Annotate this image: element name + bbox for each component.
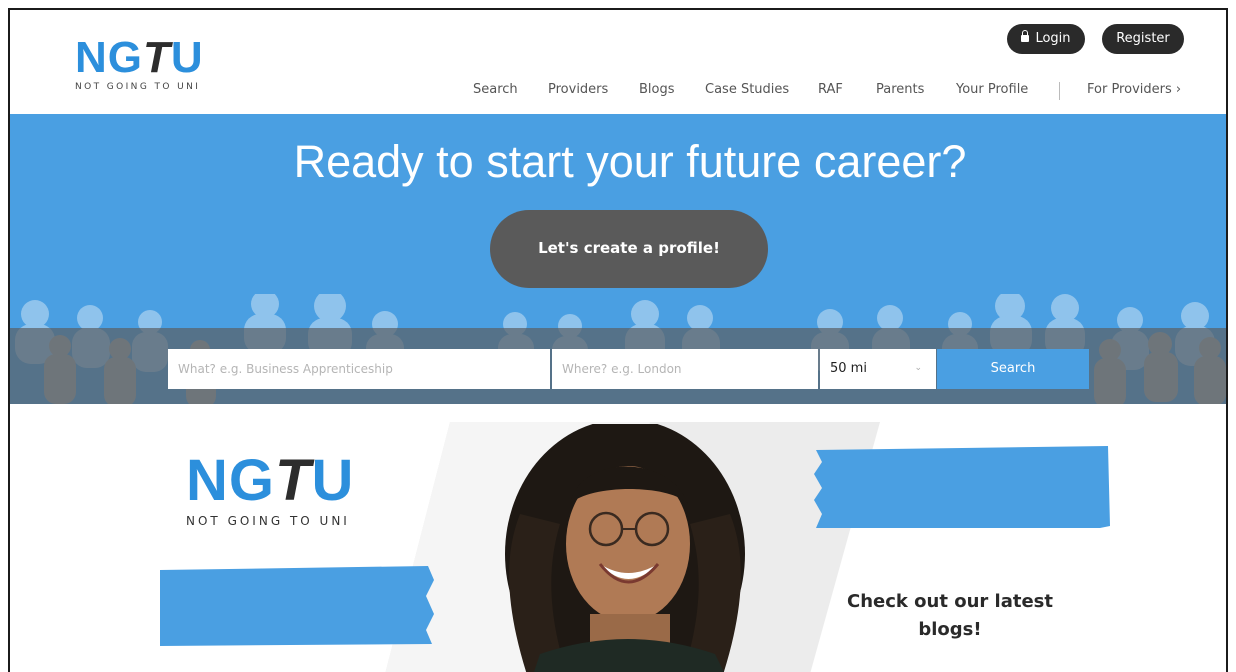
nav-item-search[interactable]: Search xyxy=(473,82,518,97)
login-label: Login xyxy=(1035,31,1071,46)
where-location-input[interactable] xyxy=(552,349,818,389)
search-button[interactable]: Search xyxy=(937,349,1089,389)
banner-logo-wordmark: NGTU xyxy=(186,448,355,513)
banner-cta-line1: Check out our latest xyxy=(847,591,1053,612)
nav-item-raf[interactable]: RAF xyxy=(818,82,843,97)
hero-title: Ready to start your future career? xyxy=(293,136,967,187)
banner-logo: NGTU NOT GOING TO UNI xyxy=(186,448,355,529)
smiling-woman-photo xyxy=(505,424,745,672)
browser-frame: NGTU NOT GOING TO UNI Login Register Sea… xyxy=(8,8,1228,672)
nav-item-for-providers[interactable]: For Providers › xyxy=(1087,82,1181,97)
job-search-bar: 50 mi ⌄ Search xyxy=(10,349,1226,389)
register-button[interactable]: Register xyxy=(1102,24,1184,54)
nav-item-blogs[interactable]: Blogs xyxy=(639,82,675,97)
banner-logo-tagline: NOT GOING TO UNI xyxy=(186,514,350,528)
blog-promo-banner[interactable]: NGTU NOT GOING TO UNI Check out our late… xyxy=(10,404,1226,672)
login-button[interactable]: Login xyxy=(1007,24,1085,54)
radius-value: 50 mi xyxy=(830,361,867,376)
create-profile-button[interactable]: Let's create a profile! xyxy=(490,210,768,288)
site-header: NGTU NOT GOING TO UNI Login Register Sea… xyxy=(10,10,1226,114)
banner-cta-line2: blogs! xyxy=(918,619,982,640)
main-nav: Search Providers Blogs Case Studies RAF … xyxy=(10,82,1226,102)
logo-wordmark: NGTU xyxy=(75,33,204,82)
what-search-input[interactable] xyxy=(168,349,550,389)
banner-cta-text: Check out our latest blogs! xyxy=(830,588,1070,644)
nav-divider xyxy=(1059,82,1060,100)
nav-item-parents[interactable]: Parents xyxy=(876,82,924,97)
nav-item-your-profile[interactable]: Your Profile xyxy=(956,82,1028,97)
chevron-down-icon: ⌄ xyxy=(914,363,922,373)
nav-item-case-studies[interactable]: Case Studies xyxy=(705,82,789,97)
radius-select[interactable]: 50 mi ⌄ xyxy=(820,349,936,389)
lock-icon xyxy=(1021,30,1030,42)
nav-item-providers[interactable]: Providers xyxy=(548,82,608,97)
